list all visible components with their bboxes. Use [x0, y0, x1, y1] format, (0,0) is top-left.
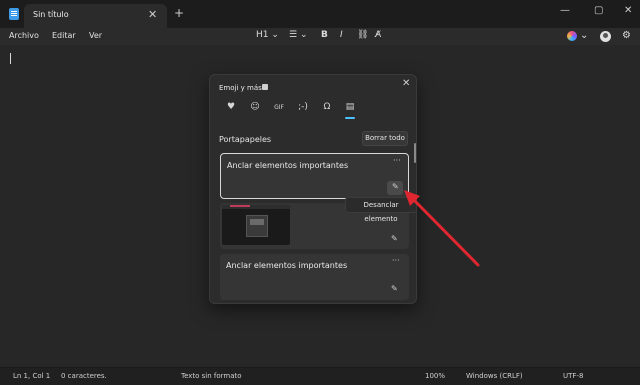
- maximize-button[interactable]: ▢: [594, 5, 603, 16]
- heading-label: H1: [256, 30, 269, 40]
- clipboard-item-text: Anclar elementos importantes: [226, 261, 348, 270]
- char-count: 0 caracteres.: [61, 372, 107, 380]
- emoji-category-icon[interactable]: ♥: [224, 102, 238, 112]
- new-tab-button[interactable]: +: [174, 6, 184, 20]
- menu-editar[interactable]: Editar: [52, 31, 76, 40]
- zoom-level: 100%: [425, 372, 446, 380]
- minimize-button[interactable]: —: [560, 5, 570, 16]
- chevron-down-icon[interactable]: ⌄: [580, 30, 588, 41]
- line-ending: Windows (CRLF): [466, 372, 523, 380]
- status-bar: Ln 1, Col 1 0 caracteres. Texto sin form…: [0, 367, 640, 385]
- kaomoji-icon[interactable]: ;-): [296, 102, 310, 112]
- keyboard-icon[interactable]: [262, 84, 268, 90]
- menu-archivo[interactable]: Archivo: [9, 31, 39, 40]
- bold-button[interactable]: B: [321, 30, 328, 40]
- pin-icon[interactable]: ✎: [391, 284, 398, 293]
- tab-title: Sin título: [33, 10, 69, 19]
- chevron-down-icon: ⌄: [271, 30, 279, 40]
- unpin-icon[interactable]: ✎: [392, 182, 399, 191]
- link-icon[interactable]: ⛓: [357, 30, 368, 40]
- active-tab-indicator: [345, 117, 355, 119]
- clear-formatting-icon[interactable]: A̸: [375, 30, 381, 40]
- thumbnail-accent: [230, 205, 250, 207]
- close-window-button[interactable]: ✕: [624, 5, 632, 16]
- clear-all-button[interactable]: Borrar todo: [362, 131, 408, 146]
- title-bar: Sin título ✕ + — ▢ ✕: [0, 0, 640, 28]
- settings-gear-icon[interactable]: ⚙: [622, 30, 631, 41]
- clipboard-item-text: Anclar elementos importantes: [227, 161, 349, 170]
- menu-ver[interactable]: Ver: [89, 31, 102, 40]
- list-dropdown[interactable]: ☰ ⌄: [289, 30, 308, 40]
- smiley-icon[interactable]: ☺: [248, 102, 262, 112]
- unpin-tooltip: Desanclar elemento: [345, 197, 417, 223]
- scrollbar-thumb[interactable]: [414, 143, 416, 163]
- more-options-icon[interactable]: ···: [392, 256, 400, 265]
- thumbnail-content: [250, 219, 264, 225]
- clipboard-icon[interactable]: ▤: [343, 102, 357, 112]
- list-icon: ☰: [289, 30, 298, 40]
- chevron-down-icon: ⌄: [299, 30, 308, 40]
- close-tab-icon[interactable]: ✕: [148, 8, 157, 21]
- gif-icon[interactable]: GIF: [272, 104, 286, 111]
- heading-dropdown[interactable]: H1 ⌄: [256, 30, 279, 40]
- more-options-icon[interactable]: ···: [393, 156, 401, 165]
- close-icon[interactable]: ✕: [402, 78, 410, 89]
- panel-title: Emoji y más: [219, 84, 262, 92]
- copilot-icon[interactable]: [567, 31, 577, 41]
- text-format: Texto sin formato: [181, 372, 242, 380]
- pin-icon[interactable]: ✎: [391, 234, 398, 243]
- cursor-position: Ln 1, Col 1: [13, 372, 51, 380]
- text-caret: [10, 53, 11, 64]
- notepad-app-icon: [9, 8, 19, 20]
- clipboard-item[interactable]: Anclar elementos importantes ··· ✎: [220, 254, 409, 300]
- clipboard-item[interactable]: Anclar elementos importantes ··· ✎: [220, 153, 409, 199]
- symbols-icon[interactable]: Ω: [320, 102, 334, 112]
- avatar[interactable]: [600, 31, 611, 42]
- encoding: UTF-8: [563, 372, 584, 380]
- clipboard-section-title: Portapapeles: [219, 135, 272, 144]
- clipboard-image-thumbnail: [222, 205, 290, 245]
- tab-document[interactable]: Sin título ✕: [24, 4, 167, 28]
- emoji-clipboard-panel: Emoji y más ✕ ♥ ☺ GIF ;-) Ω ▤ Portapapel…: [209, 74, 417, 304]
- italic-button[interactable]: I: [340, 30, 343, 40]
- menu-bar: Archivo Editar Ver H1 ⌄ ☰ ⌄ B I ⛓ A̸ ⌄ ⚙: [0, 28, 640, 45]
